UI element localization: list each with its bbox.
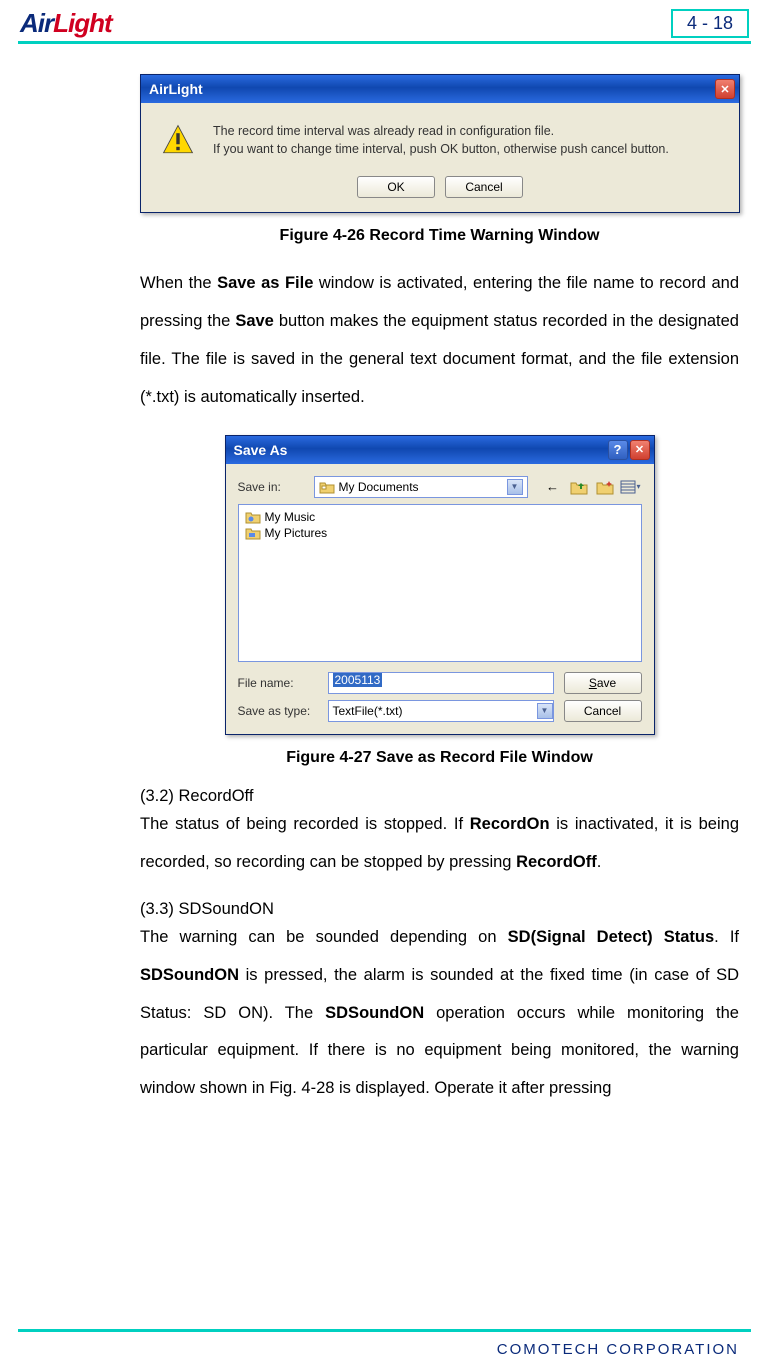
file-item-label: My Music	[265, 510, 316, 524]
saveas-body: Save in: My Documents ▼ ←	[226, 464, 654, 734]
list-item[interactable]: My Pictures	[243, 525, 637, 541]
save-in-row: Save in: My Documents ▼ ←	[238, 476, 642, 498]
dialog-message-row: The record time interval was already rea…	[161, 123, 719, 158]
dialog-titlebar[interactable]: AirLight ✕	[141, 75, 739, 103]
saveas-bottom: File name: 2005113 Save Save as type: Te…	[238, 672, 642, 722]
save-in-value: My Documents	[339, 480, 419, 494]
close-icon[interactable]: ✕	[630, 440, 650, 460]
folder-icon	[245, 526, 261, 540]
logo-light: Light	[53, 8, 112, 38]
page-number: 4 - 18	[671, 9, 749, 38]
footer-text: COMOTECH CORPORATION	[497, 1341, 739, 1358]
filename-label: File name:	[238, 676, 318, 690]
file-list[interactable]: My Music My Pictures	[238, 504, 642, 662]
toolbar-icons: ← ▾	[542, 476, 642, 498]
new-folder-icon[interactable]	[594, 476, 616, 498]
paragraph-1: When the Save as File window is activate…	[140, 265, 739, 417]
warning-dialog: AirLight ✕ The record time interval was …	[140, 74, 740, 213]
savetype-combo[interactable]: TextFile(*.txt) ▼	[328, 700, 554, 722]
saveas-titlebar[interactable]: Save As ? ✕	[226, 436, 654, 464]
back-icon[interactable]: ←	[542, 476, 564, 498]
section-33-heading: (3.3) SDSoundON	[140, 900, 739, 919]
view-menu-icon[interactable]: ▾	[620, 476, 642, 498]
dialog-line2: If you want to change time interval, pus…	[213, 141, 669, 159]
cancel-button[interactable]: Cancel	[564, 700, 642, 722]
page-content: AirLight ✕ The record time interval was …	[0, 44, 769, 1108]
savetype-row: Save as type: TextFile(*.txt) ▼ Cancel	[238, 700, 642, 722]
dialog-body: The record time interval was already rea…	[141, 103, 739, 212]
file-item-label: My Pictures	[265, 526, 328, 540]
footer-rule	[18, 1329, 751, 1332]
savetype-label: Save as type:	[238, 704, 318, 718]
figure-caption-1: Figure 4-26 Record Time Warning Window	[140, 227, 739, 245]
section-33-body: The warning can be sounded depending on …	[140, 919, 739, 1109]
dialog-title: AirLight	[149, 81, 715, 97]
folder-icon	[319, 480, 335, 494]
filename-input[interactable]: 2005113	[328, 672, 554, 694]
warning-icon	[161, 123, 195, 157]
chevron-down-icon[interactable]: ▼	[507, 479, 523, 495]
dialog-message: The record time interval was already rea…	[213, 123, 669, 158]
cancel-button[interactable]: Cancel	[445, 176, 523, 198]
filename-value: 2005113	[333, 673, 383, 687]
section-32-body: The status of being recorded is stopped.…	[140, 806, 739, 882]
logo-air: Air	[20, 8, 53, 38]
save-in-label: Save in:	[238, 480, 306, 494]
save-in-combo[interactable]: My Documents ▼	[314, 476, 528, 498]
page-header: AirLight 4 - 18	[0, 0, 769, 39]
logo: AirLight	[20, 8, 112, 39]
dialog-buttons: OK Cancel	[161, 176, 719, 198]
section-32-heading: (3.2) RecordOff	[140, 787, 739, 806]
folder-icon	[245, 510, 261, 524]
save-button[interactable]: Save	[564, 672, 642, 694]
chevron-down-icon[interactable]: ▼	[537, 703, 553, 719]
filename-row: File name: 2005113 Save	[238, 672, 642, 694]
close-icon[interactable]: ✕	[715, 79, 735, 99]
saveas-title: Save As	[234, 442, 608, 458]
list-item[interactable]: My Music	[243, 509, 637, 525]
ok-button[interactable]: OK	[357, 176, 435, 198]
dialog-line1: The record time interval was already rea…	[213, 123, 669, 141]
save-as-dialog: Save As ? ✕ Save in: My Documents ▼ ←	[225, 435, 655, 735]
help-icon[interactable]: ?	[608, 440, 628, 460]
up-folder-icon[interactable]	[568, 476, 590, 498]
figure-caption-2: Figure 4-27 Save as Record File Window	[140, 749, 739, 767]
savetype-value: TextFile(*.txt)	[333, 704, 537, 718]
